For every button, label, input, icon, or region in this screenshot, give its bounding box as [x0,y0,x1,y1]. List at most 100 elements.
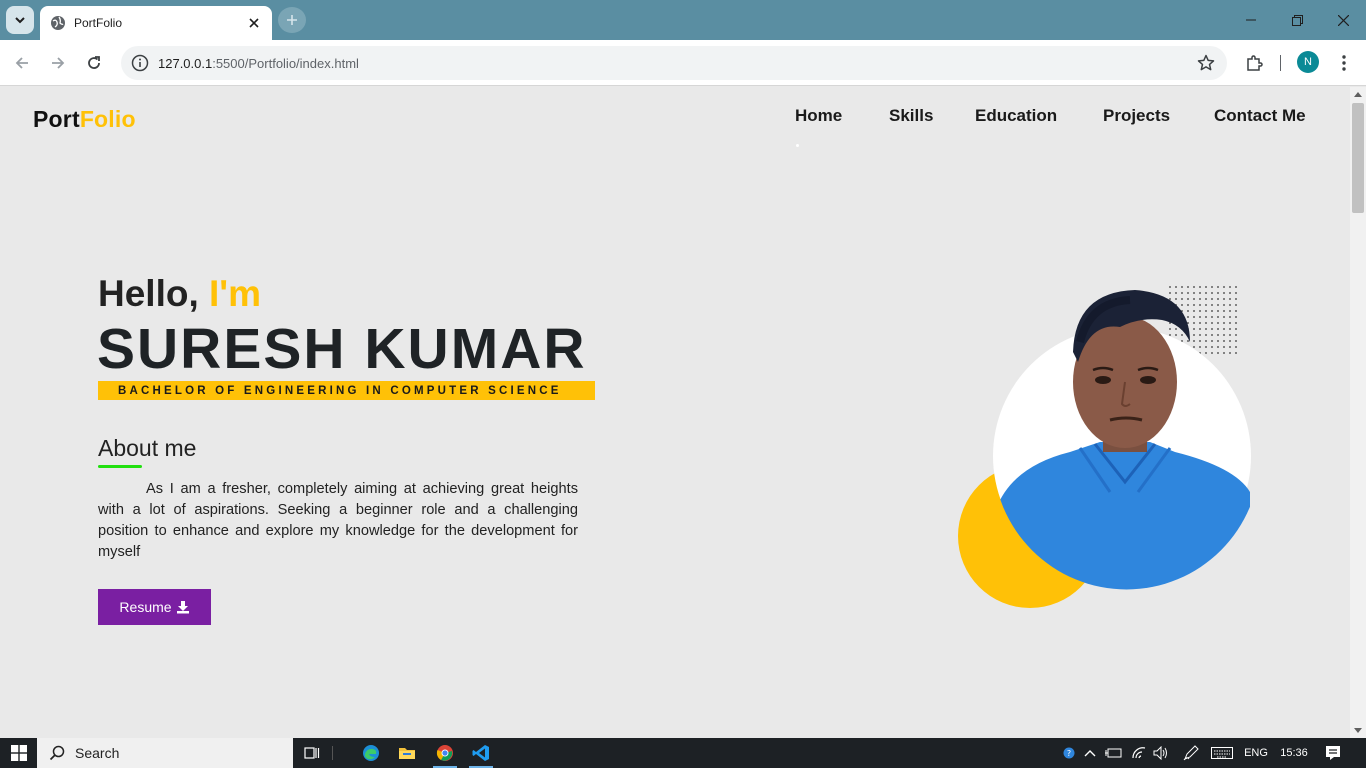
pattern-dot [1235,316,1237,318]
edge-app[interactable] [353,738,389,768]
nav-education[interactable]: Education [975,106,1057,126]
scroll-thumb[interactable] [1352,103,1364,213]
pattern-dot [1169,298,1171,300]
browser-tab[interactable]: PortFolio [40,6,272,40]
pattern-dot [1193,334,1195,336]
vscode-app[interactable] [463,738,499,768]
menu-button[interactable] [1334,53,1354,73]
language-indicator[interactable]: ENG [1240,738,1272,768]
pattern-dot [1205,328,1207,330]
taskbar-divider [322,738,342,768]
search-label: Search [75,745,120,761]
tab-close-button[interactable] [246,15,262,31]
site-logo[interactable]: PortFolio [33,106,136,133]
greeting-accent: I'm [209,273,262,314]
pattern-dot [1187,304,1189,306]
pattern-dot [1199,340,1201,342]
show-hidden-icons-button[interactable] [1080,738,1100,768]
pattern-dot [1229,292,1231,294]
start-button[interactable] [0,738,37,768]
pattern-dot [1223,292,1225,294]
tab-search-button[interactable] [6,6,34,34]
pattern-dot [1235,340,1237,342]
minimize-icon [1246,19,1256,21]
pattern-dot [1235,304,1237,306]
keyboard-icon [1211,747,1233,759]
forward-button[interactable] [44,49,72,77]
profile-avatar[interactable]: N [1297,51,1319,73]
pattern-dot [1181,286,1183,288]
chrome-app[interactable] [427,738,463,768]
pattern-dot [1211,334,1213,336]
battery-tray-button[interactable] [1103,738,1125,768]
speaker-icon [1153,746,1167,760]
scroll-up-arrow-icon[interactable] [1354,92,1362,97]
browser-tab-bar: PortFolio [0,0,1366,40]
pattern-dot [1181,304,1183,306]
pattern-dot [1199,304,1201,306]
pattern-dot [1187,292,1189,294]
extensions-button[interactable] [1244,53,1264,73]
pattern-dot [1223,340,1225,342]
greeting: Hello, I'm [98,273,261,315]
site-info-icon[interactable] [131,54,149,72]
pattern-dot [1205,346,1207,348]
pattern-dot [1211,328,1213,330]
pen-tray-button[interactable] [1180,738,1202,768]
clock[interactable]: 15:36 [1276,738,1312,768]
page-viewport: PortFolio Home Skills Education Projects… [0,87,1350,738]
notifications-button[interactable] [1320,738,1346,768]
network-tray-button[interactable] [1128,738,1150,768]
pattern-dot [1199,328,1201,330]
pattern-dot [1169,334,1171,336]
pattern-dot [1187,298,1189,300]
pattern-dot [1199,286,1201,288]
pattern-dot [1229,298,1231,300]
pattern-dot [1205,340,1207,342]
minimize-button[interactable] [1228,0,1274,40]
pattern-dot [1187,340,1189,342]
pattern-dot [1205,286,1207,288]
pattern-dot [1235,292,1237,294]
reload-button[interactable] [80,49,108,77]
pattern-dot [1181,298,1183,300]
pattern-dot [1229,346,1231,348]
pattern-dot [1205,322,1207,324]
pattern-dot [1235,346,1237,348]
nav-home[interactable]: Home [795,106,842,126]
scroll-down-arrow-icon[interactable] [1354,728,1362,733]
help-tray-button[interactable]: ? [1060,738,1078,768]
nav-skills[interactable]: Skills [889,106,933,126]
volume-tray-button[interactable] [1150,738,1172,768]
pattern-dot [1205,316,1207,318]
back-button[interactable] [8,49,36,77]
pattern-dot [1211,352,1213,354]
pattern-dot [1217,322,1219,324]
address-bar[interactable]: 127.0.0.1:5500/Portfolio/index.html [121,46,1227,80]
restore-button[interactable] [1274,0,1320,40]
browser-toolbar: 127.0.0.1:5500/Portfolio/index.html [0,40,1366,86]
page-scrollbar[interactable] [1350,87,1366,738]
url-path: :5500/Portfolio/index.html [212,55,359,71]
pattern-dot [1223,328,1225,330]
bookmark-star-icon[interactable] [1197,54,1215,72]
file-explorer-app[interactable] [389,738,425,768]
windows-logo-icon [10,745,27,761]
chrome-icon [436,745,453,761]
pattern-dot [1235,310,1237,312]
plus-icon [287,15,297,25]
about-title: About me [98,435,197,461]
pattern-dot [1169,292,1171,294]
pattern-dot [1199,334,1201,336]
pattern-dot [1193,304,1195,306]
nav-contact-me[interactable]: Contact Me [1214,106,1306,126]
new-tab-button[interactable] [278,7,306,33]
profile-illustration [958,286,1251,608]
nav-projects[interactable]: Projects [1103,106,1170,126]
close-window-button[interactable] [1320,0,1366,40]
resume-button[interactable]: Resume [98,589,211,625]
touch-keyboard-button[interactable] [1208,738,1236,768]
pattern-dot [1205,334,1207,336]
taskbar-search[interactable]: Search [37,738,293,768]
about-text: As I am a fresher, completely aiming at … [98,481,578,560]
